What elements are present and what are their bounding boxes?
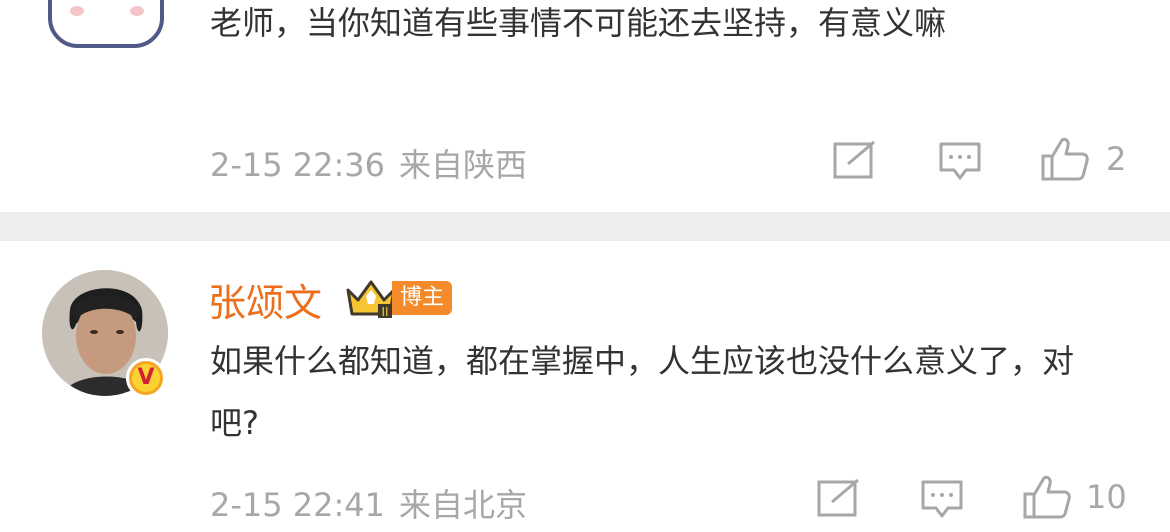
comment-location: 来自陕西 (399, 146, 528, 184)
comment-separator (0, 212, 1170, 241)
repost-button[interactable] (816, 478, 862, 518)
like-count: 10 (1086, 478, 1127, 516)
comment-meta: 2-15 22:41 来自北京 (210, 480, 527, 526)
like-icon (1041, 137, 1089, 181)
comment-button[interactable] (920, 478, 966, 520)
edit-icon (833, 140, 875, 179)
comment-location: 来自北京 (399, 486, 528, 524)
avatar-blush (130, 6, 144, 16)
comment-time: 2-15 22:36 (210, 146, 386, 184)
repost-button[interactable] (832, 140, 878, 180)
edit-icon (817, 478, 859, 517)
like-count: 2 (1106, 140, 1127, 178)
comment-button[interactable] (938, 140, 984, 182)
svg-text:II: II (381, 305, 388, 319)
user-avatar[interactable] (48, 0, 164, 48)
comment-meta: 2-15 22:36 来自陕西 (210, 140, 527, 186)
comment-text: 老师，当你知道有些事情不可能还去坚持，有意义嘛 (210, 4, 947, 42)
comment-icon (939, 142, 981, 180)
like-button[interactable] (1022, 474, 1072, 520)
like-button[interactable] (1040, 136, 1090, 182)
crown-icon: II (346, 280, 396, 319)
comment-icon (921, 480, 963, 518)
comment-item[interactable]: 老师，当你知道有些事情不可能还去坚持，有意义嘛 2-15 22:36 来自陕西 2 (0, 0, 1170, 212)
username[interactable]: 张颂文 (208, 272, 322, 327)
blogger-badge: 博主 (392, 281, 453, 315)
comment-time: 2-15 22:41 (210, 486, 386, 524)
comment-text: 如果什么都知道，都在掌握中，人生应该也没什么意义了，对吧? (210, 342, 1075, 442)
verified-v-icon: V (126, 358, 166, 398)
like-icon (1023, 475, 1071, 519)
avatar-blush (70, 6, 84, 16)
